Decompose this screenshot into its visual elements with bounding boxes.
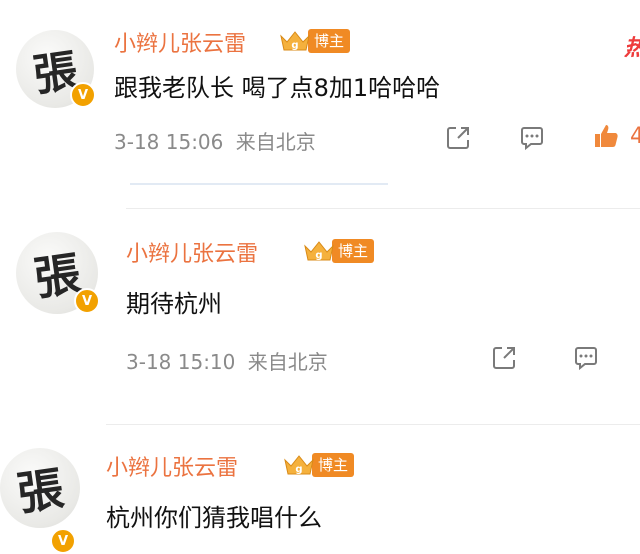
comment-text: 期待杭州 <box>126 290 222 318</box>
avatar[interactable]: 張 V <box>16 232 100 314</box>
crown-icon: g <box>278 28 312 54</box>
verified-badge-icon: V <box>70 82 96 108</box>
blogger-badge: g 博主 <box>282 452 355 478</box>
username[interactable]: 小辫儿张云雷 <box>126 236 258 268</box>
divider <box>126 208 640 209</box>
comment-item: 張 V 小辫儿张云雷 g 博主 热 跟我老队长 喝了点8加1哈哈哈 3-18 1… <box>0 0 640 200</box>
crown-icon: g <box>282 452 316 478</box>
svg-text:g: g <box>315 250 322 261</box>
comment-source: 来自北京 <box>235 130 316 154</box>
hot-label: 热 <box>624 30 640 62</box>
share-icon[interactable] <box>444 124 472 152</box>
avatar[interactable]: 張 V <box>0 448 80 554</box>
share-icon[interactable] <box>490 344 518 372</box>
verified-badge-icon: V <box>74 288 100 314</box>
svg-text:g: g <box>291 40 298 51</box>
comment-time: 3-18 15:10 <box>126 350 236 374</box>
avatar-glyph: 張 <box>13 461 67 521</box>
comment-icon[interactable] <box>572 344 600 372</box>
comment-item: 張 V 小辫儿张云雷 g 博主 杭州你们猜我唱什么 <box>0 426 640 554</box>
verified-badge-icon: V <box>50 528 76 554</box>
comment-text: 杭州你们猜我唱什么 <box>106 504 322 532</box>
avatar[interactable]: 張 V <box>16 30 96 108</box>
username[interactable]: 小辫儿张云雷 <box>106 450 238 482</box>
crown-icon: g <box>302 238 336 264</box>
comment-source: 来自北京 <box>247 350 328 374</box>
svg-text:g: g <box>295 464 302 475</box>
comment-text: 跟我老队长 喝了点8加1哈哈哈 <box>114 74 441 102</box>
comment-time: 3-18 15:06 <box>114 130 224 154</box>
comment-item: 張 V 小辫儿张云雷 g 博主 期待杭州 3-18 15:10 来自北京 <box>0 210 640 420</box>
blogger-badge: g 博主 <box>302 238 375 264</box>
like-count: 4 <box>630 124 640 149</box>
username[interactable]: 小辫儿张云雷 <box>114 26 246 58</box>
comment-icon[interactable] <box>518 124 546 152</box>
comment-meta: 3-18 15:10 来自北京 <box>126 346 328 375</box>
reply-divider <box>130 183 388 185</box>
blogger-badge: g 博主 <box>278 28 351 54</box>
comment-meta: 3-18 15:06 来自北京 <box>114 126 316 155</box>
thumbs-up-icon[interactable] <box>592 122 620 150</box>
blogger-label: 博主 <box>312 453 355 477</box>
blogger-label: 博主 <box>308 29 351 53</box>
divider <box>106 424 640 425</box>
blogger-label: 博主 <box>332 239 375 263</box>
